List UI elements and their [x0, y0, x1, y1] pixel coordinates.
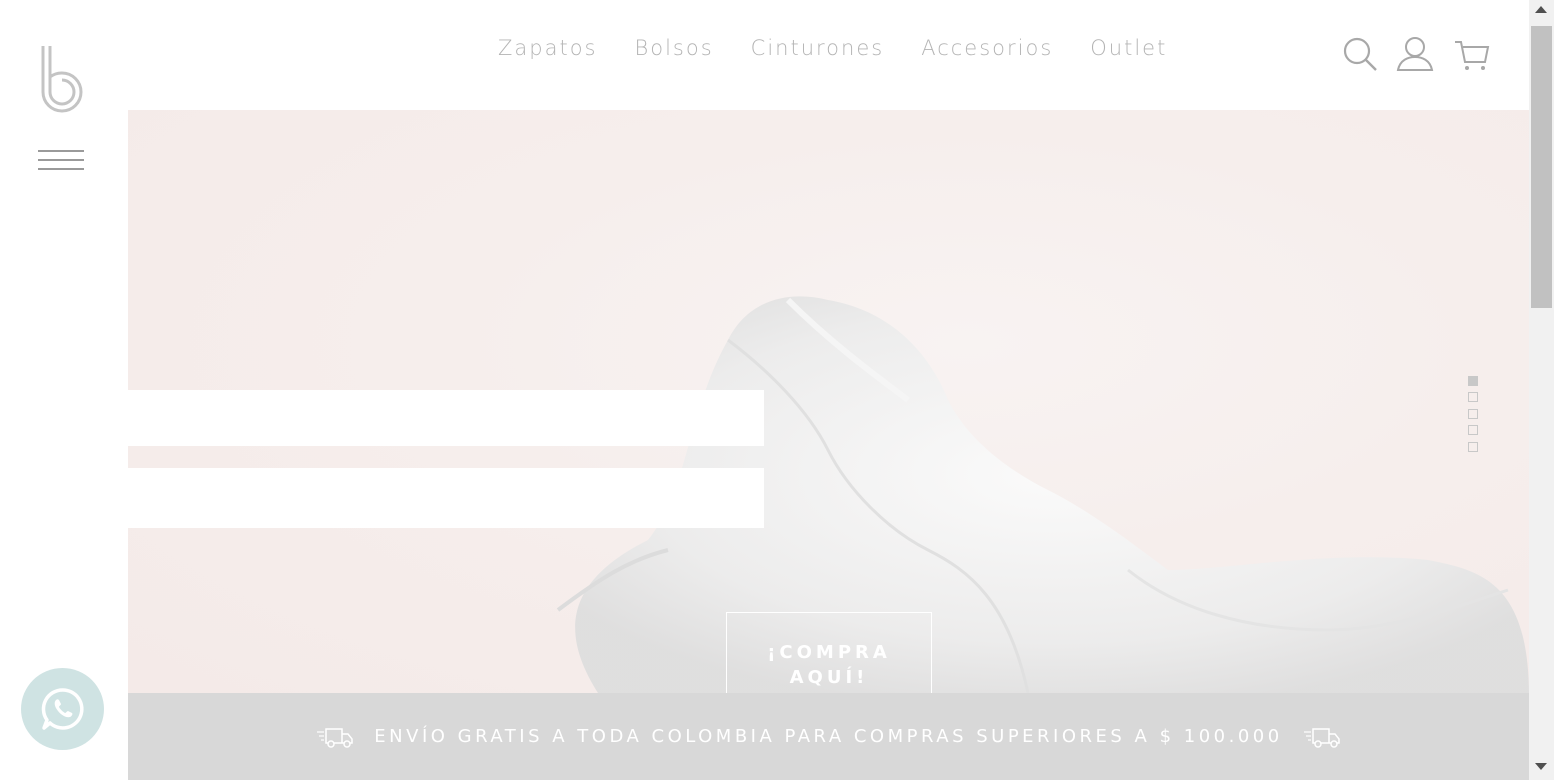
- slide-dot-3[interactable]: [1468, 408, 1478, 419]
- promo-text: ENVÍO GRATIS A TODA COLOMBIA PARA COMPRA…: [374, 726, 1283, 747]
- slide-dot-2[interactable]: [1468, 392, 1478, 403]
- shipping-promo-bar: ENVÍO GRATIS A TODA COLOMBIA PARA COMPRA…: [128, 693, 1529, 780]
- left-sidebar: [0, 0, 128, 780]
- slider-pagination: [1468, 376, 1478, 458]
- whatsapp-icon: [41, 688, 84, 730]
- cta-line-1: ¡COMPRA: [767, 642, 891, 663]
- slide-dot-1[interactable]: [1468, 376, 1478, 386]
- hamburger-menu-icon[interactable]: [38, 146, 84, 174]
- cart-icon[interactable]: [1454, 36, 1490, 72]
- search-icon[interactable]: [1342, 36, 1378, 72]
- cta-line-2: AQUÍ!: [789, 667, 869, 688]
- scroll-up-arrow-icon[interactable]: [1535, 6, 1547, 13]
- page-scrollbar[interactable]: [1529, 0, 1554, 780]
- slide-dot-4[interactable]: [1468, 425, 1478, 436]
- hero-headline-bar: [128, 390, 764, 446]
- brand-logo[interactable]: [38, 44, 86, 114]
- hero-subheadline-bar: [128, 468, 764, 528]
- slide-dot-5[interactable]: [1468, 441, 1478, 452]
- nav-bolsos[interactable]: Bolsos: [634, 36, 713, 60]
- scroll-down-arrow-icon[interactable]: [1535, 763, 1547, 770]
- shop-now-button[interactable]: ¡COMPRA AQUÍ!: [726, 612, 932, 693]
- nav-cinturones[interactable]: Cinturones: [751, 36, 885, 60]
- delivery-truck-icon: [317, 727, 354, 748]
- whatsapp-button[interactable]: [21, 668, 104, 750]
- b-logo-icon: [41, 46, 83, 113]
- hero-banner: ¡COMPRA AQUÍ!: [128, 110, 1529, 693]
- scroll-thumb[interactable]: [1531, 26, 1552, 308]
- main-nav: Zapatos Bolsos Cinturones Accesorios Out…: [498, 36, 1167, 60]
- nav-accesorios[interactable]: Accesorios: [921, 36, 1053, 60]
- delivery-truck-icon: [1303, 727, 1340, 748]
- header-actions: [1342, 36, 1490, 72]
- nav-zapatos[interactable]: Zapatos: [498, 36, 597, 60]
- nav-outlet[interactable]: Outlet: [1090, 36, 1167, 60]
- user-icon[interactable]: [1396, 36, 1434, 72]
